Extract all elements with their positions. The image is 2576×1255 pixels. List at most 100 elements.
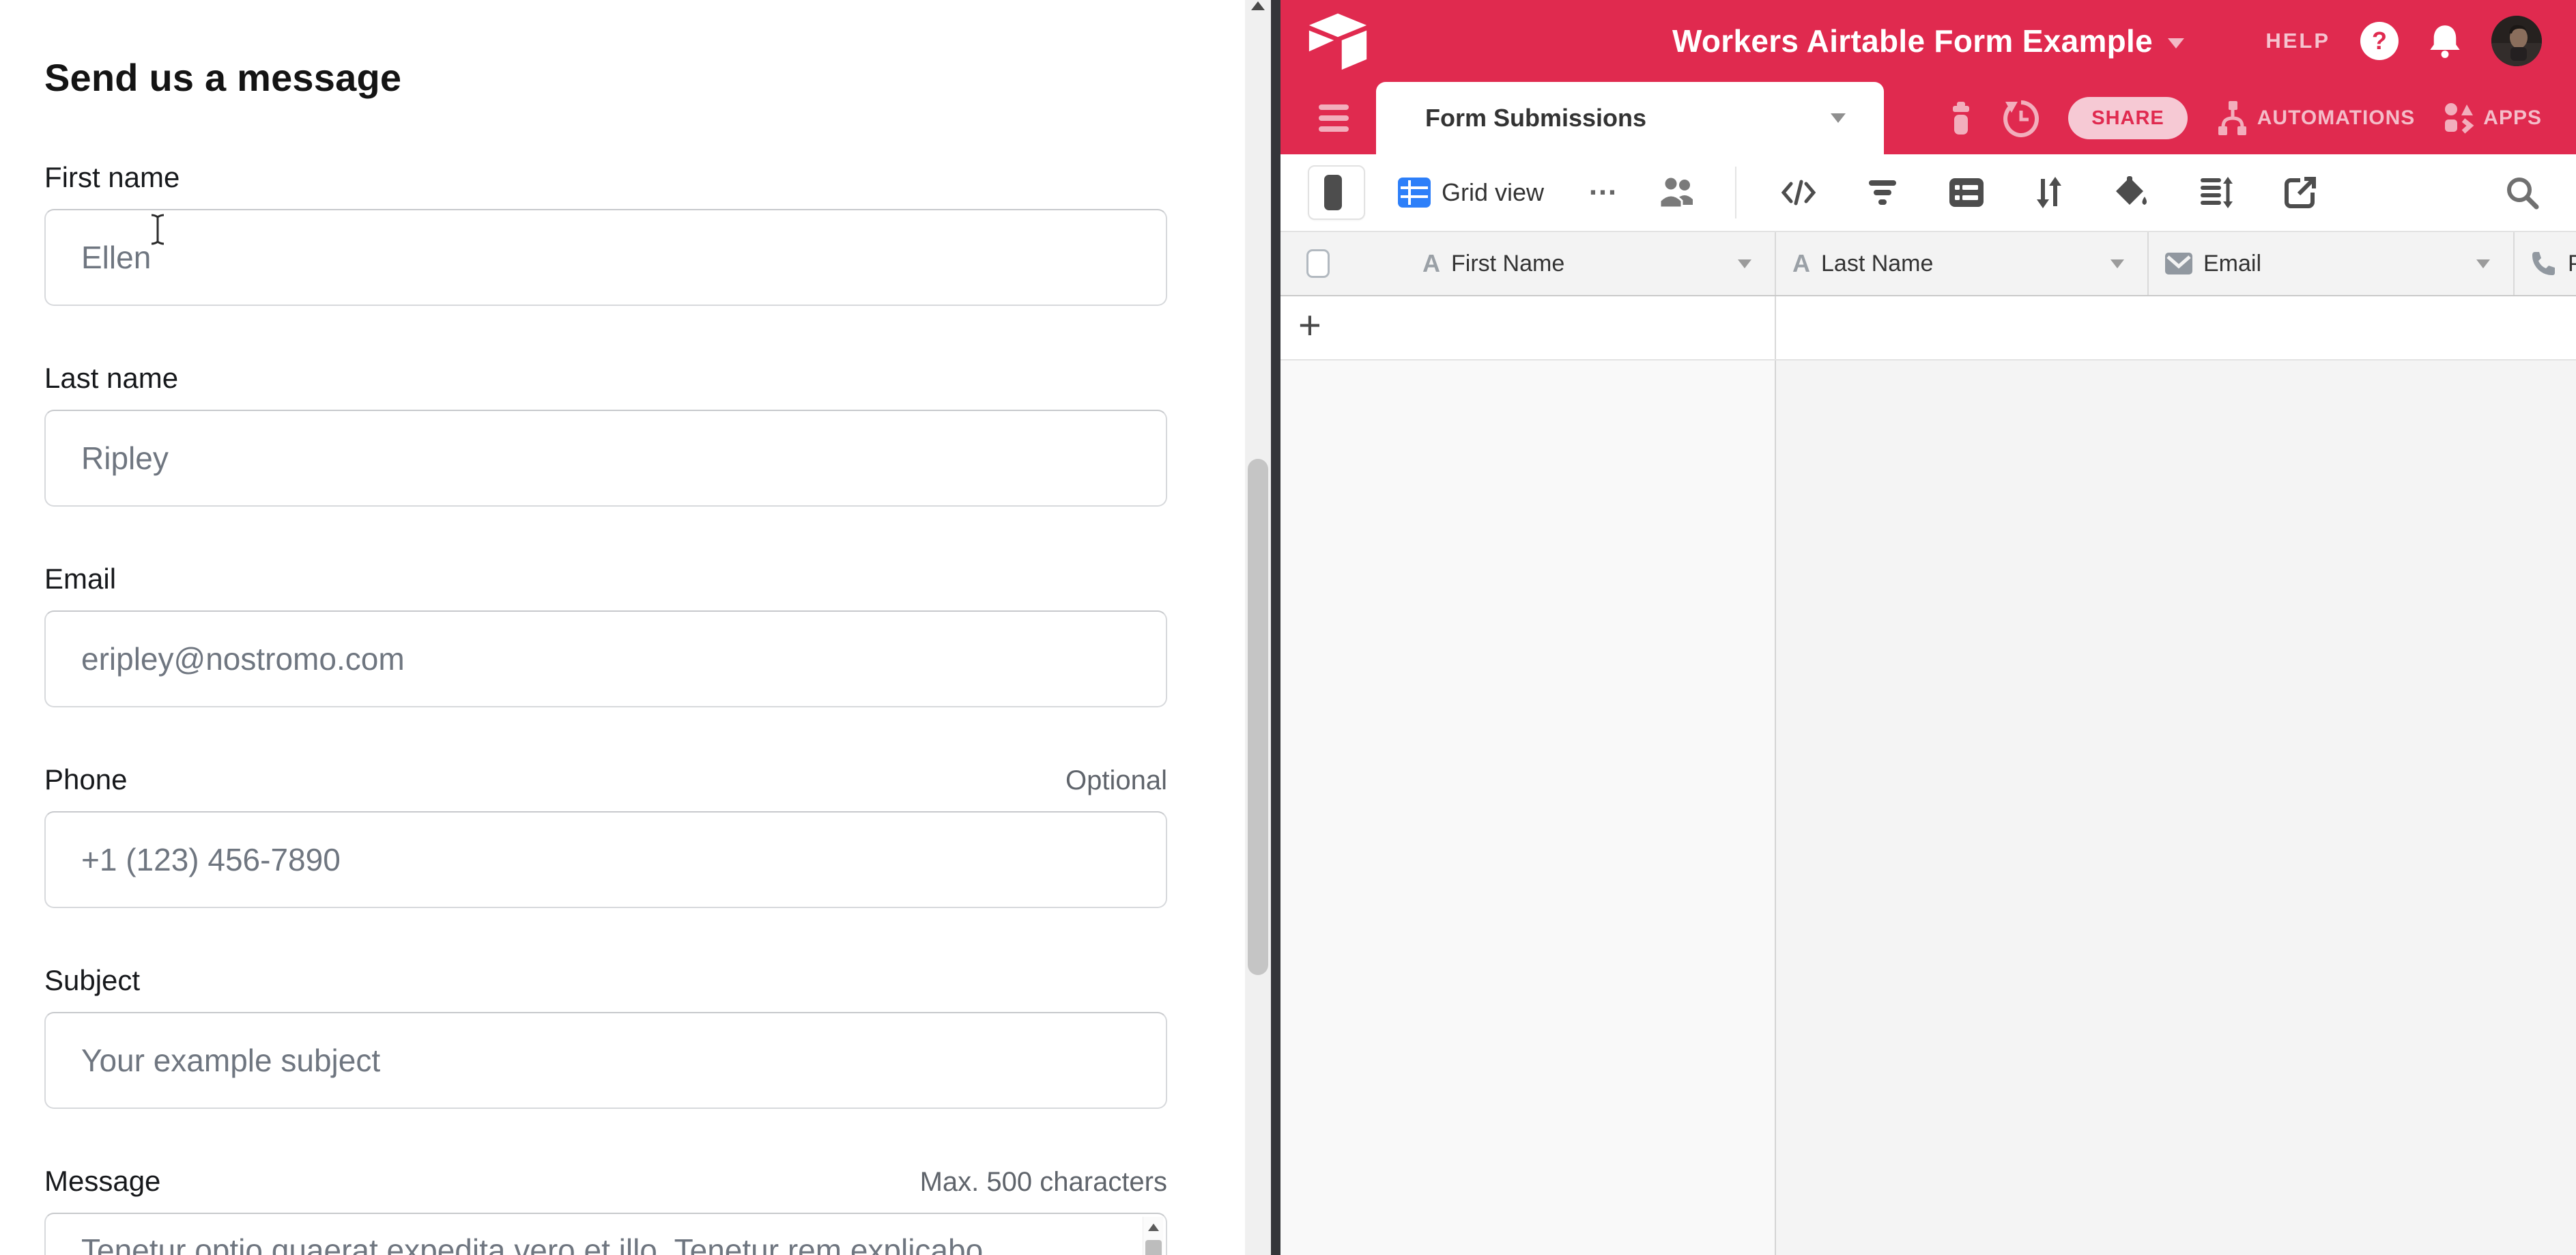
airtable-topbar: Workers Airtable Form Example HELP ? bbox=[1280, 0, 2576, 82]
column-header-last-name[interactable]: A Last Name bbox=[1776, 232, 2149, 295]
bell-icon bbox=[2429, 23, 2461, 59]
last-name-label: Last name bbox=[44, 362, 178, 395]
last-name-input[interactable] bbox=[44, 410, 1167, 507]
message-maxchars-helper: Max. 500 characters bbox=[920, 1167, 1167, 1198]
sort-button[interactable] bbox=[2034, 176, 2064, 209]
first-name-input[interactable] bbox=[44, 209, 1167, 306]
search-icon bbox=[2505, 175, 2539, 210]
automations-icon bbox=[2216, 100, 2249, 137]
view-sidebar-toggle-button[interactable] bbox=[1308, 165, 1365, 220]
email-field-icon bbox=[2165, 253, 2192, 274]
table-tab-label: Form Submissions bbox=[1425, 104, 1646, 132]
help-question-button[interactable]: ? bbox=[2360, 22, 2399, 60]
base-title: Workers Airtable Form Example bbox=[1672, 23, 2153, 59]
scrollbar-thumb[interactable] bbox=[1248, 459, 1268, 975]
grid-body-primary-column bbox=[1280, 361, 1776, 1255]
scroll-up-arrow-icon[interactable] bbox=[1148, 1224, 1159, 1231]
apps-label: APPS bbox=[2483, 107, 2542, 130]
history-icon bbox=[2003, 99, 2040, 137]
view-toolbar: Grid view … bbox=[1280, 154, 2576, 232]
split-screen: Send us a message First name Last name E… bbox=[0, 0, 2576, 1255]
select-all-checkbox[interactable] bbox=[1306, 249, 1330, 278]
phone-field-icon bbox=[2531, 251, 2557, 277]
toolbar-divider bbox=[1735, 167, 1736, 218]
paint-fill-icon bbox=[2115, 176, 2149, 209]
airtable-logo[interactable] bbox=[1306, 10, 1369, 72]
message-scrollbar-thumb[interactable] bbox=[1145, 1240, 1162, 1255]
email-label: Email bbox=[44, 563, 116, 595]
scrollbar-up-arrow-icon[interactable] bbox=[1251, 1, 1265, 10]
airtable-tabbar: Form Submissions bbox=[1280, 82, 2576, 154]
question-mark-icon: ? bbox=[2372, 27, 2387, 55]
view-name: Grid view bbox=[1442, 178, 1544, 207]
add-record-row[interactable]: + bbox=[1280, 296, 2576, 361]
column-header-phone[interactable]: Phone bbox=[2515, 232, 2576, 295]
group-button[interactable] bbox=[1949, 178, 1984, 207]
add-record-cell[interactable]: + bbox=[1280, 296, 1776, 359]
field-message: Message Max. 500 characters Tenetur opti… bbox=[44, 1165, 1167, 1255]
window-divider bbox=[1271, 0, 1280, 1255]
chevron-down-icon bbox=[2168, 38, 2184, 48]
base-title-menu[interactable]: Workers Airtable Form Example bbox=[1672, 0, 2184, 82]
phone-optional-helper: Optional bbox=[1065, 765, 1167, 796]
column-header-email[interactable]: Email bbox=[2149, 232, 2515, 295]
people-icon bbox=[1659, 176, 1697, 209]
user-avatar[interactable] bbox=[2491, 16, 2542, 66]
contact-form-pane: Send us a message First name Last name E… bbox=[0, 0, 1245, 1255]
column-name: Last Name bbox=[1821, 251, 1933, 277]
chevron-down-icon[interactable] bbox=[2110, 259, 2124, 268]
plus-icon: + bbox=[1298, 306, 1321, 350]
help-button[interactable]: HELP bbox=[2265, 29, 2330, 53]
chevron-down-icon[interactable] bbox=[1738, 259, 1751, 268]
share-button[interactable]: SHARE bbox=[2068, 97, 2188, 139]
message-label: Message bbox=[44, 1165, 160, 1198]
share-button-label: SHARE bbox=[2091, 107, 2164, 130]
row-height-icon bbox=[2199, 177, 2233, 208]
tables-menu-button[interactable] bbox=[1319, 104, 1349, 132]
column-header-first-name[interactable]: A First Name bbox=[1280, 232, 1776, 295]
view-switcher[interactable]: Grid view bbox=[1398, 178, 1544, 208]
subject-label: Subject bbox=[44, 964, 140, 997]
grid-body bbox=[1280, 361, 2576, 1255]
message-textarea[interactable]: Tenetur optio quaerat expedita vero et i… bbox=[44, 1213, 1167, 1255]
airtable-pane: Workers Airtable Form Example HELP ? bbox=[1280, 0, 2576, 1255]
apps-button[interactable]: APPS bbox=[2444, 102, 2542, 134]
form-heading: Send us a message bbox=[44, 55, 1167, 100]
subject-input[interactable] bbox=[44, 1012, 1167, 1109]
grid-view-icon bbox=[1398, 178, 1431, 208]
automations-button[interactable]: AUTOMATIONS bbox=[2216, 100, 2416, 137]
field-last-name: Last name bbox=[44, 362, 1167, 507]
grid-body-background bbox=[1776, 361, 2576, 1255]
hide-fields-button[interactable] bbox=[1781, 178, 1816, 208]
filter-icon bbox=[1866, 179, 1899, 206]
trash-button[interactable] bbox=[1948, 100, 1974, 136]
color-button[interactable] bbox=[2115, 176, 2149, 209]
collaborators-button[interactable] bbox=[1659, 176, 1697, 209]
grid-header-row: A First Name A Last Name Email bbox=[1280, 232, 2576, 296]
filter-button[interactable] bbox=[1866, 179, 1899, 206]
chevron-down-icon[interactable] bbox=[2476, 259, 2490, 268]
email-input[interactable] bbox=[44, 610, 1167, 707]
field-first-name: First name bbox=[44, 161, 1167, 306]
message-placeholder-text: Tenetur optio quaerat expedita vero et i… bbox=[81, 1230, 1111, 1255]
field-phone: Phone Optional bbox=[44, 763, 1167, 908]
phone-input[interactable] bbox=[44, 811, 1167, 908]
column-name: Phone bbox=[2568, 251, 2576, 277]
message-scrollbar[interactable] bbox=[1143, 1217, 1163, 1255]
automations-label: AUTOMATIONS bbox=[2257, 107, 2416, 130]
text-field-icon: A bbox=[1422, 249, 1440, 278]
search-button[interactable] bbox=[2505, 175, 2539, 210]
page-scrollbar[interactable] bbox=[1245, 0, 1271, 1255]
column-name: First Name bbox=[1451, 251, 1564, 277]
view-options-button[interactable]: … bbox=[1588, 178, 1619, 207]
tab-form-submissions[interactable]: Form Submissions bbox=[1376, 82, 1884, 154]
field-email: Email bbox=[44, 563, 1167, 707]
history-button[interactable] bbox=[2003, 99, 2040, 137]
sort-icon bbox=[2034, 176, 2064, 209]
text-cursor-ibeam bbox=[149, 213, 167, 246]
row-height-button[interactable] bbox=[2199, 177, 2233, 208]
share-view-button[interactable] bbox=[2284, 176, 2317, 209]
notifications-button[interactable] bbox=[2429, 23, 2461, 59]
apps-icon bbox=[2444, 102, 2475, 134]
hide-fields-icon bbox=[1781, 178, 1816, 208]
